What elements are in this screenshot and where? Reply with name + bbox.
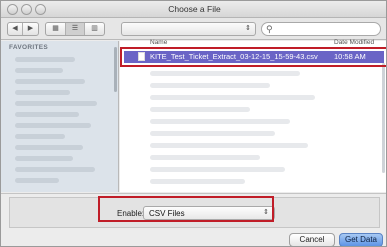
- sidebar-item[interactable]: [15, 145, 83, 150]
- search-input[interactable]: ⚲: [261, 22, 381, 36]
- sidebar-item[interactable]: [15, 123, 91, 128]
- list-item[interactable]: [150, 71, 300, 76]
- forward-button[interactable]: ▶: [23, 23, 38, 35]
- date-modified-column-header[interactable]: Date Modified: [334, 39, 374, 46]
- sidebar-item[interactable]: [15, 156, 73, 161]
- sidebar-item[interactable]: [15, 90, 70, 95]
- back-forward-control: ◀ ▶: [7, 22, 39, 36]
- title-bar: Choose a File: [1, 1, 386, 18]
- list-item[interactable]: [150, 119, 290, 124]
- get-data-button[interactable]: Get Data: [339, 233, 383, 246]
- sidebar-item[interactable]: [15, 101, 97, 106]
- list-item[interactable]: [150, 131, 275, 136]
- list-item[interactable]: [150, 83, 270, 88]
- list-item[interactable]: [150, 179, 245, 184]
- back-button[interactable]: ◀: [8, 23, 23, 35]
- cancel-button[interactable]: Cancel: [289, 233, 335, 246]
- file-list-scrollbar[interactable]: [382, 63, 385, 173]
- list-item[interactable]: [150, 107, 250, 112]
- right-arrow-icon: ▶: [27, 25, 34, 32]
- icon-view-icon: ▦: [52, 25, 59, 32]
- toolbar: ◀ ▶ ▦ ☰ ▥ ⇕ ⚲: [1, 18, 386, 40]
- list-item[interactable]: [150, 143, 308, 148]
- list-item[interactable]: [150, 155, 260, 160]
- left-arrow-icon: ◀: [12, 25, 18, 32]
- sidebar-item[interactable]: [15, 134, 65, 139]
- icon-view-button[interactable]: ▦: [46, 23, 66, 35]
- name-column-header[interactable]: Name: [150, 39, 167, 46]
- sidebar-item[interactable]: [15, 167, 95, 172]
- list-view-button[interactable]: ☰: [66, 23, 85, 35]
- sidebar-item[interactable]: [15, 112, 79, 117]
- up-down-chevron-icon: ⇕: [245, 25, 251, 32]
- selected-file-highlight: [120, 47, 386, 67]
- sidebar-section-title: FAVORITES: [9, 44, 49, 51]
- list-view-icon: ☰: [71, 25, 79, 32]
- sidebar-item[interactable]: [15, 57, 75, 62]
- sidebar-scrollbar[interactable]: [114, 47, 117, 92]
- column-view-button[interactable]: ▥: [85, 23, 104, 35]
- sidebar-item[interactable]: [15, 68, 63, 73]
- sidebar-item[interactable]: [15, 79, 85, 84]
- list-item[interactable]: [150, 95, 315, 100]
- column-view-icon: ▥: [91, 25, 98, 32]
- magnifier-icon: ⚲: [266, 24, 273, 34]
- view-mode-control: ▦ ☰ ▥: [45, 22, 105, 36]
- sidebar-item[interactable]: [15, 178, 59, 183]
- window-title: Choose a File: [168, 4, 221, 14]
- location-popup[interactable]: ⇕: [121, 22, 256, 36]
- file-type-highlight: [98, 196, 274, 222]
- sidebar: FAVORITES: [1, 41, 119, 192]
- file-chooser-window: Choose a File ◀ ▶ ▦ ☰ ▥ ⇕ ⚲ FAVORITES Na…: [0, 0, 387, 247]
- list-item[interactable]: [150, 167, 285, 172]
